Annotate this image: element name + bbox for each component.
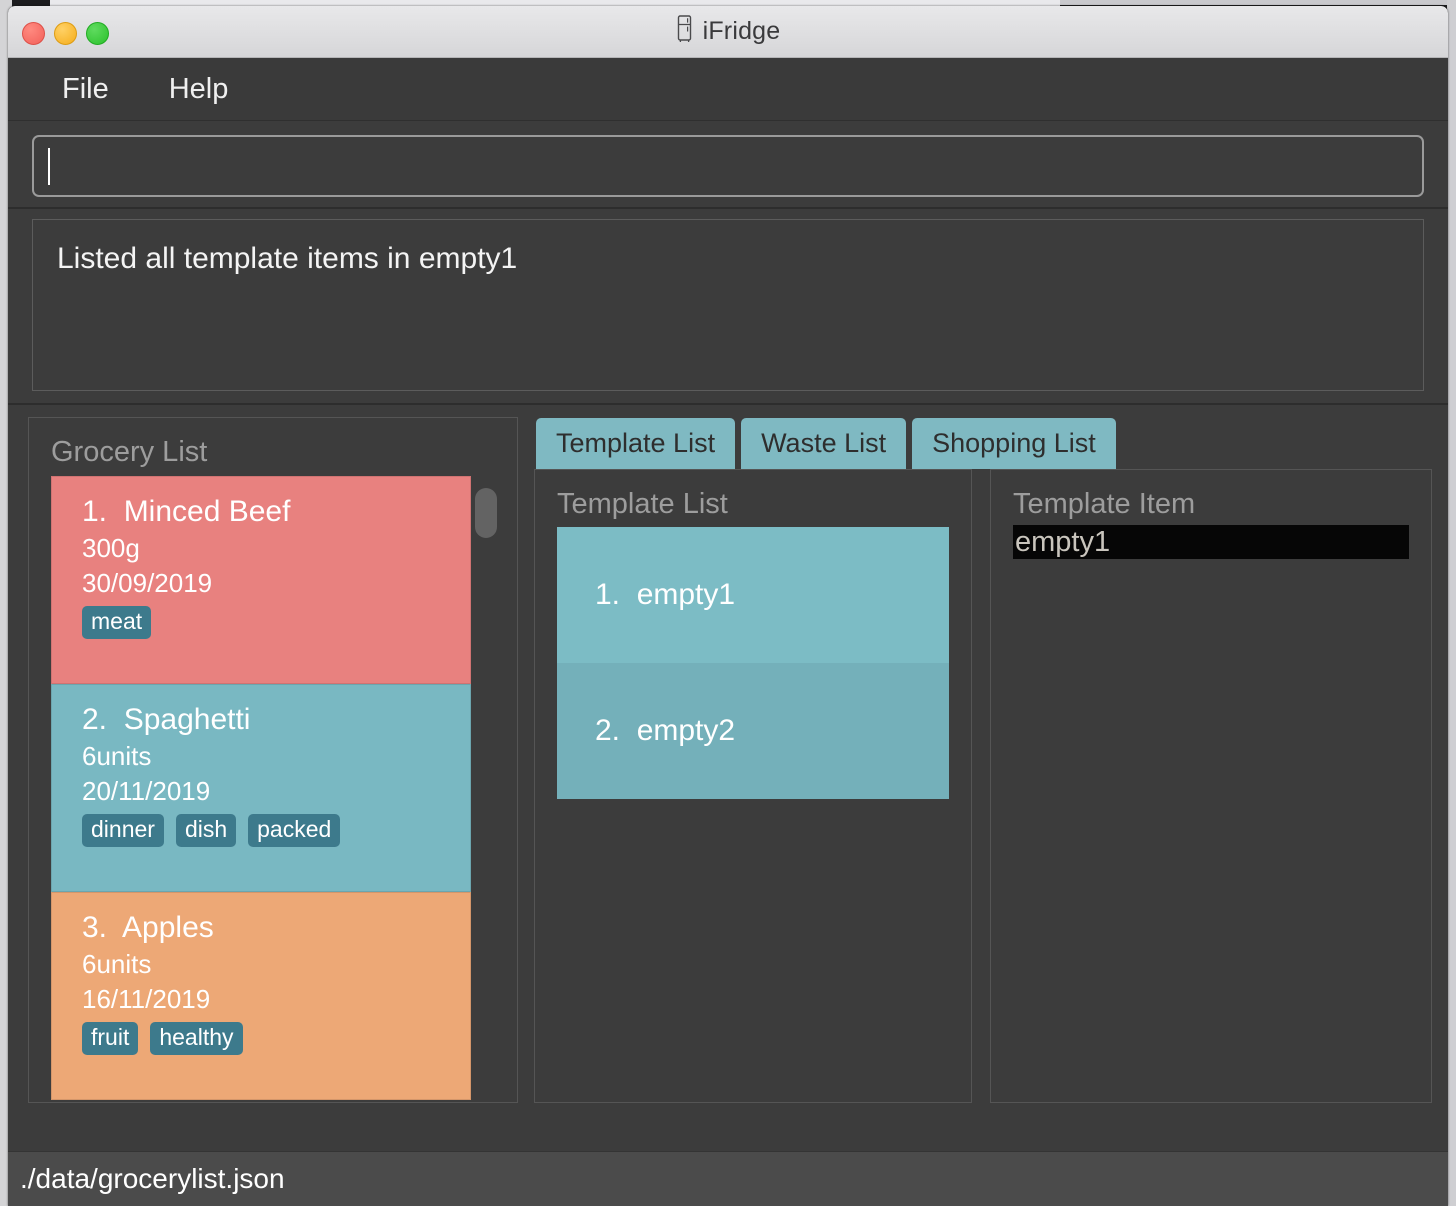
tab-template-list[interactable]: Template List	[536, 417, 736, 469]
template-list-item[interactable]: 2. empty2	[557, 663, 949, 799]
template-item-label: 2. empty2	[595, 714, 736, 747]
grocery-list-item[interactable]: 2. Spaghetti 6units 20/11/2019 dinner di…	[51, 684, 471, 892]
command-input[interactable]	[32, 135, 1424, 197]
grocery-item-tags: meat	[82, 606, 470, 640]
grocery-item-tags: dinner dish packed	[82, 814, 470, 848]
result-message: Listed all template items in empty1	[57, 242, 518, 275]
tag-badge[interactable]: fruit	[82, 1022, 139, 1056]
grocery-card-stack: 1. Minced Beef 300g 30/09/2019 meat 2. S…	[51, 476, 471, 1100]
template-item-selected-row[interactable]: empty1	[1013, 525, 1409, 559]
window-title-group: iFridge	[8, 6, 1448, 57]
background-strip-top-right	[1060, 0, 1456, 5]
template-item-heading: Template Item	[1013, 488, 1196, 520]
window-title: iFridge	[702, 17, 781, 45]
template-item-label: 1. empty1	[595, 578, 736, 611]
grocery-item-date: 20/11/2019	[82, 775, 211, 806]
text-caret	[48, 147, 50, 185]
background-strip-right	[1447, 0, 1456, 1206]
menu-item-file[interactable]: File	[44, 71, 127, 108]
grocery-item-tags: fruit healthy	[82, 1022, 470, 1056]
main-content: Grocery List 1. Minced Beef 300g 30/09/2…	[8, 405, 1448, 1115]
grocery-item-title: 2. Spaghetti	[82, 703, 251, 736]
template-list-item[interactable]: 1. empty1	[557, 527, 949, 663]
grocery-item-title: 1. Minced Beef	[82, 495, 291, 528]
scrollbar-thumb[interactable]	[475, 488, 497, 538]
grocery-list-panel: Grocery List 1. Minced Beef 300g 30/09/2…	[28, 417, 518, 1103]
title-bar: iFridge	[8, 6, 1448, 58]
template-item-selected-label: empty1	[1015, 525, 1111, 558]
grocery-list-scrollbar[interactable]	[473, 478, 499, 1098]
grocery-item-quantity: 6units	[82, 741, 152, 771]
grocery-item-quantity: 300g	[82, 533, 140, 563]
status-bar: ./data/grocerylist.json	[8, 1151, 1448, 1206]
tag-badge[interactable]: dinner	[82, 814, 164, 848]
fridge-icon	[676, 15, 693, 48]
tag-badge[interactable]: dish	[175, 814, 237, 848]
tab-shopping-list[interactable]: Shopping List	[912, 417, 1116, 469]
grocery-item-date: 30/09/2019	[82, 567, 213, 598]
status-file-path: ./data/grocerylist.json	[20, 1163, 285, 1194]
template-item-stack: 1. empty1 2. empty2	[557, 527, 949, 799]
tab-waste-list[interactable]: Waste List	[741, 417, 907, 469]
template-item-panel: Template Item empty1	[990, 469, 1432, 1103]
tag-badge[interactable]: meat	[82, 606, 152, 640]
command-entry-band	[8, 121, 1448, 209]
template-list-panel: Template List 1. empty1 2. empty2	[534, 469, 972, 1103]
tab-strip: Template List Waste List Shopping List	[534, 417, 1432, 469]
grocery-item-date: 16/11/2019	[82, 983, 211, 1014]
menu-item-help[interactable]: Help	[151, 71, 247, 108]
tab-body: Template List 1. empty1 2. empty2 Templa…	[534, 469, 1432, 1103]
tag-badge[interactable]: healthy	[150, 1022, 243, 1056]
grocery-item-quantity: 6units	[82, 949, 152, 979]
template-list-heading: Template List	[557, 488, 728, 520]
grocery-list-item[interactable]: 3. Apples 6units 16/11/2019 fruit health…	[51, 892, 471, 1100]
grocery-list-item[interactable]: 1. Minced Beef 300g 30/09/2019 meat	[51, 476, 471, 684]
grocery-item-title: 3. Apples	[82, 911, 214, 944]
menu-bar: File Help	[8, 58, 1448, 121]
tag-badge[interactable]: packed	[248, 814, 341, 848]
console-band: Listed all template items in empty1	[8, 209, 1448, 405]
notebook-area: Template List Waste List Shopping List T…	[534, 417, 1432, 1103]
grocery-list-heading: Grocery List	[51, 436, 208, 468]
result-display: Listed all template items in empty1	[32, 219, 1424, 391]
app-window: iFridge File Help Listed all template it…	[8, 6, 1448, 1206]
